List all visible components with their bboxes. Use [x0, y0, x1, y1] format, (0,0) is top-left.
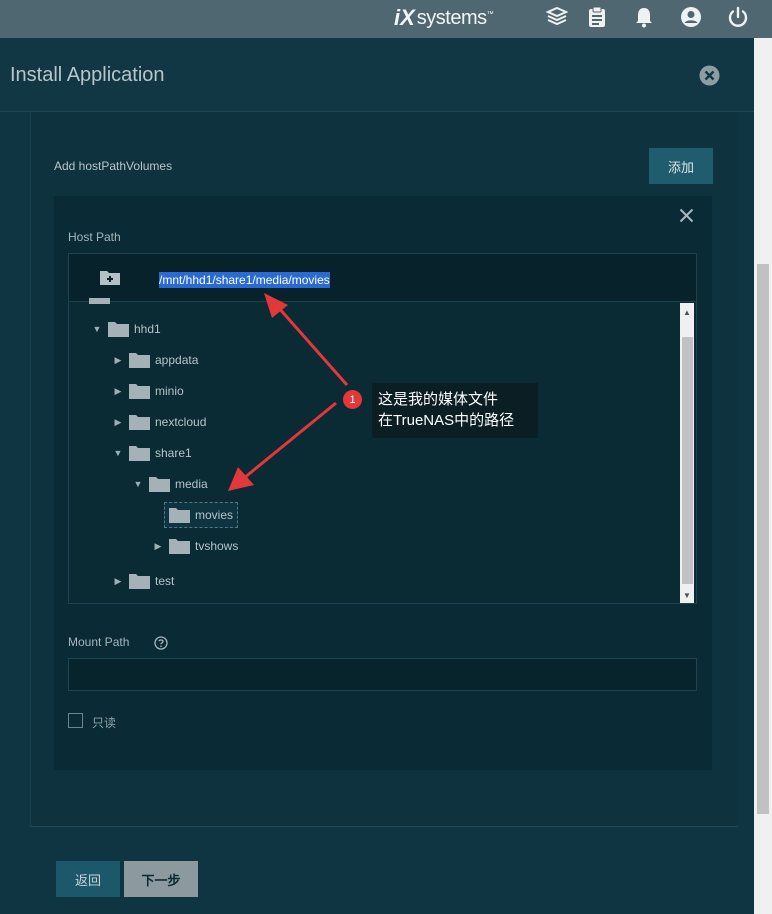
mount-path-label: Mount Path — [68, 635, 130, 649]
readonly-checkbox[interactable] — [68, 713, 83, 728]
annotation-badge: 1 — [343, 390, 362, 409]
ixsystems-logo[interactable]: iX systems ™ — [394, 5, 494, 31]
tree-node-label: test — [155, 574, 175, 588]
folder-icon — [129, 445, 150, 461]
brand-ix: iX — [394, 5, 415, 30]
tree-node-hhd1[interactable]: ▼ hhd1 — [92, 319, 161, 339]
close-dialog-icon[interactable] — [699, 65, 720, 86]
tree-node-appdata[interactable]: ▶ appdata — [113, 350, 198, 370]
page-scrollbar-thumb[interactable] — [757, 264, 769, 814]
dialog-header: Install Application — [0, 38, 754, 112]
notifications-bell-icon[interactable] — [631, 4, 657, 30]
readonly-label: 只读 — [92, 716, 117, 730]
tree-node-nextcloud[interactable]: ▶ nextcloud — [113, 412, 206, 432]
annotation-line-2: 在TrueNAS中的路径 — [378, 412, 515, 429]
host-path-label: Host Path — [68, 230, 121, 244]
remove-volume-close-icon[interactable] — [679, 208, 694, 223]
folder-icon — [169, 538, 190, 554]
caret-down-icon[interactable]: ▼ — [92, 324, 102, 334]
tree-node-tvshows[interactable]: ▶ tvshows — [153, 536, 238, 556]
tree-node-label: movies — [195, 508, 234, 522]
create-folder-icon[interactable] — [99, 269, 121, 286]
folder-icon — [129, 573, 150, 589]
mount-path-input[interactable] — [68, 658, 697, 691]
tree-node-label: tvshows — [195, 539, 239, 553]
tree-node-label: share1 — [155, 446, 192, 460]
tree-node-label: nextcloud — [155, 415, 207, 429]
folder-icon — [89, 298, 110, 304]
add-host-path-volumes-label: Add hostPathVolumes — [54, 159, 173, 173]
tree-node-test[interactable]: ▶ test — [113, 571, 174, 591]
scroll-down-arrow-icon[interactable]: ▼ — [680, 588, 694, 602]
annotation-note: 这是我的媒体文件 在TrueNAS中的路径 — [372, 383, 538, 438]
tree-node-share1[interactable]: ▼ share1 — [113, 443, 192, 463]
tree-node-label: appdata — [155, 353, 199, 367]
caret-down-icon[interactable]: ▼ — [113, 448, 123, 458]
help-icon[interactable] — [154, 636, 168, 650]
folder-icon — [129, 383, 150, 399]
tree-node-media[interactable]: ▼ media — [133, 474, 208, 494]
caret-right-icon[interactable]: ▶ — [153, 541, 163, 552]
tree-node-label: media — [175, 477, 208, 491]
next-button[interactable]: 下一步 — [124, 861, 198, 897]
folder-icon — [108, 321, 129, 337]
caret-down-icon[interactable]: ▼ — [133, 479, 143, 489]
brand-tm: ™ — [486, 11, 494, 18]
top-bar: iX systems ™ — [0, 0, 772, 38]
folder-icon — [149, 476, 170, 492]
tree-node-minio[interactable]: ▶ minio — [113, 381, 184, 401]
add-button[interactable]: 添加 — [649, 148, 713, 184]
annotation-line-1: 这是我的媒体文件 — [378, 391, 499, 408]
divider — [30, 826, 738, 827]
account-icon[interactable] — [678, 4, 704, 30]
folder-icon — [129, 414, 150, 430]
host-path-input[interactable]: /mnt/hhd1/share1/media/movies — [159, 272, 330, 288]
back-button[interactable]: 返回 — [56, 861, 120, 897]
caret-right-icon[interactable]: ▶ — [113, 417, 123, 428]
power-icon[interactable] — [725, 4, 751, 30]
dialog-title: Install Application — [10, 64, 165, 86]
folder-icon — [129, 352, 150, 368]
tree-node-movies[interactable]: movies — [164, 502, 239, 528]
caret-right-icon[interactable]: ▶ — [113, 576, 123, 587]
tasks-clipboard-icon[interactable] — [584, 4, 610, 30]
tree-scrollbar-thumb[interactable] — [682, 337, 693, 584]
tree-node-label: hhd1 — [134, 322, 161, 336]
caret-right-icon[interactable]: ▶ — [113, 386, 123, 397]
tree-node-label: minio — [155, 384, 184, 398]
brand-systems: systems — [416, 6, 487, 29]
caret-right-icon[interactable]: ▶ — [113, 355, 123, 366]
scroll-up-arrow-icon[interactable]: ▲ — [680, 305, 694, 319]
truecommand-icon[interactable] — [544, 4, 570, 30]
folder-icon — [169, 507, 190, 523]
